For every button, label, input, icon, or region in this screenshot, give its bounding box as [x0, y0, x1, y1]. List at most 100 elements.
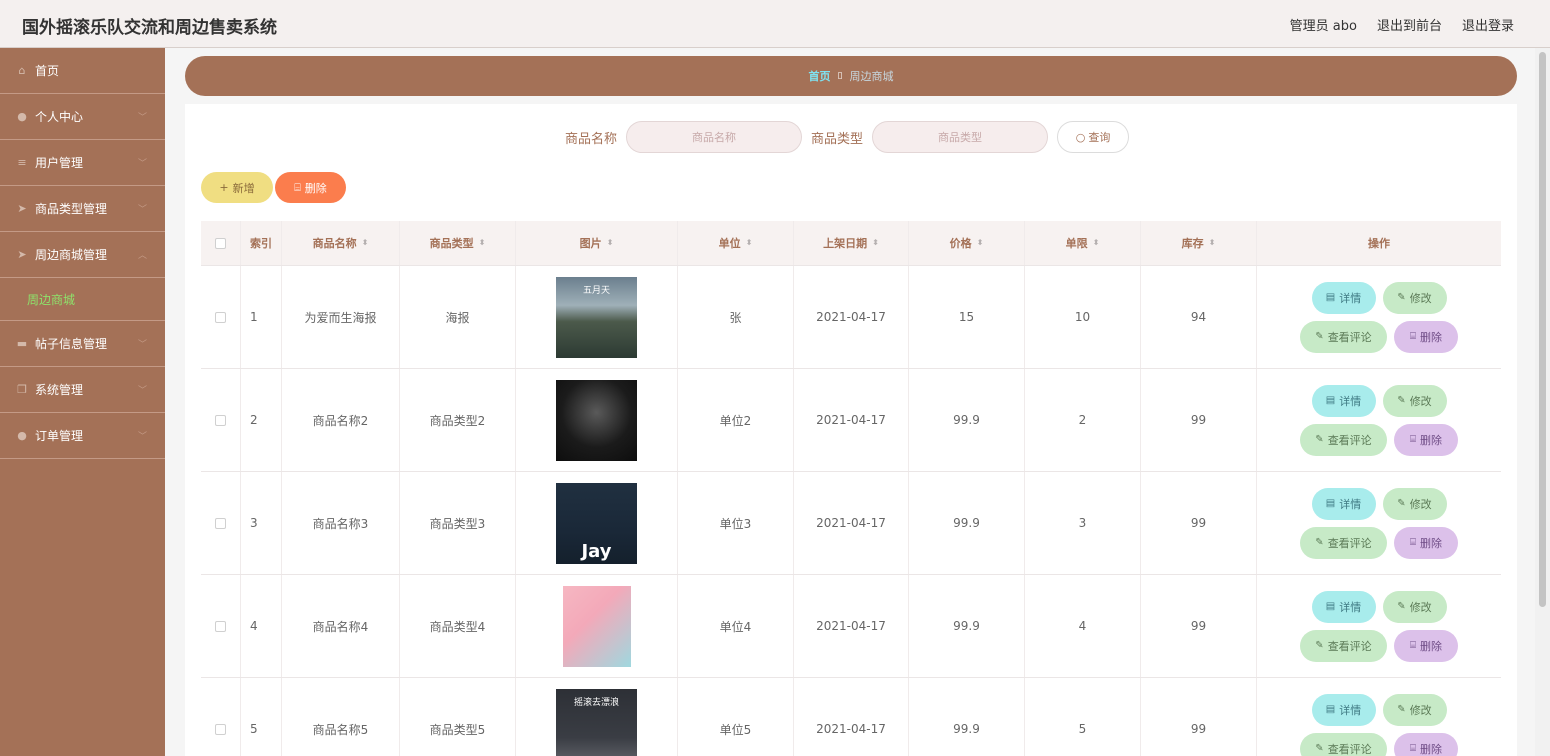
sidebar-item-3[interactable]: ➤ 商品类型管理 ﹀ [0, 186, 165, 232]
cell-type: 商品类型3 [400, 472, 516, 574]
delete-button[interactable]: ⌸ 删除 [1394, 320, 1458, 353]
sort-icon[interactable]: ⬍ [746, 239, 753, 247]
sidebar-item-2[interactable]: ≡ 用户管理 ﹀ [0, 140, 165, 186]
cell-operations: ▤ 详情 ✎ 修改 ✎ 查看评论 ⌸ 删除 [1257, 266, 1501, 368]
cell-type-value: 商品类型2 [429, 413, 486, 428]
detail-button-label: 详情 [1339, 497, 1362, 511]
product-thumbnail[interactable]: 五月天 [556, 276, 637, 358]
type-search-input[interactable]: 商品类型 [872, 121, 1049, 153]
sidebar-item-label: 商品类型管理 [35, 202, 108, 216]
sort-icon[interactable]: ⬍ [872, 239, 879, 247]
exit-to-front-link[interactable]: 退出到前台 [1377, 15, 1442, 34]
cell-limit: 2 [1025, 369, 1141, 471]
row-checkbox[interactable] [215, 620, 226, 632]
query-button[interactable]: ○ 查询 [1057, 121, 1130, 153]
page-scrollbar[interactable] [1535, 48, 1550, 756]
column-header[interactable]: 图片 ⬍ [516, 221, 678, 265]
cell-stock-value: 94 [1190, 310, 1207, 324]
view-comments-button[interactable]: ✎ 查看评论 [1300, 732, 1387, 756]
chevron-down-icon: ﹀ [137, 159, 147, 169]
row-actions-line: ✎ 查看评论 ⌸ 删除 [1300, 526, 1458, 559]
view-comments-button[interactable]: ✎ 查看评论 [1300, 629, 1387, 662]
name-search-input[interactable]: 商品名称 [626, 121, 803, 153]
sidebar-item-0[interactable]: ⌂ 首页 [0, 48, 165, 94]
view-comments-button[interactable]: ✎ 查看评论 [1300, 320, 1387, 353]
edit-button-label: 修改 [1409, 291, 1432, 305]
row-checkbox[interactable] [215, 414, 226, 426]
cell-type-value: 海报 [445, 310, 470, 325]
name-label: 商品名称 [565, 131, 618, 147]
column-header-label: 索引 [250, 237, 272, 250]
column-header: 操作 [1257, 221, 1501, 265]
row-checkbox[interactable] [215, 723, 226, 735]
delete-button[interactable]: ⌸ 删除 [1394, 732, 1458, 756]
row-select-cell [201, 369, 241, 471]
column-header[interactable]: 商品名称 ⬍ [282, 221, 400, 265]
detail-button[interactable]: ▤ 详情 [1311, 384, 1376, 417]
cell-price: 99.9 [909, 369, 1025, 471]
cell-price: 99.9 [909, 472, 1025, 574]
content-panel: 商品名称 商品名称 商品类型 商品类型 ○ 查询 + 新增 ⌸ 删除 索引 商品名… [185, 104, 1517, 756]
select-all-checkbox[interactable] [215, 237, 226, 249]
row-checkbox[interactable] [215, 311, 226, 323]
edit-button[interactable]: ✎ 修改 [1382, 384, 1447, 417]
row-actions-line: ▤ 详情 ✎ 修改 [1311, 693, 1447, 726]
sort-icon[interactable]: ⬍ [1209, 239, 1216, 247]
detail-button[interactable]: ▤ 详情 [1311, 590, 1376, 623]
send-icon: ➤ [17, 248, 27, 261]
edit-button[interactable]: ✎ 修改 [1382, 590, 1447, 623]
logout-link[interactable]: 退出登录 [1462, 15, 1514, 34]
sidebar-subitem-shop[interactable]: 周边商城 [0, 278, 165, 321]
cell-index: 1 [241, 266, 282, 368]
column-header[interactable]: 库存 ⬍ [1141, 221, 1257, 265]
detail-button[interactable]: ▤ 详情 [1311, 693, 1376, 726]
cell-date: 2021-04-17 [794, 369, 909, 471]
goods-table: 索引 商品名称 ⬍ 商品类型 ⬍ 图片 ⬍ 单位 ⬍ 上架日期 ⬍ 价格 ⬍ 单限 ⬍ 库存 ⬍ 操作 1 为爱而生… [201, 221, 1501, 756]
sidebar-item-1[interactable]: ● 个人中心 ﹀ [0, 94, 165, 140]
detail-button[interactable]: ▤ 详情 [1311, 487, 1376, 520]
cell-unit: 单位2 [678, 369, 794, 471]
sort-icon[interactable]: ⬍ [607, 239, 614, 247]
column-header[interactable]: 商品类型 ⬍ [400, 221, 516, 265]
pencil-icon: ✎ [1315, 434, 1324, 445]
detail-button-label: 详情 [1339, 600, 1362, 614]
add-button[interactable]: + 新增 [201, 172, 273, 203]
detail-button[interactable]: ▤ 详情 [1311, 281, 1376, 314]
breadcrumb-home[interactable]: 首页 [809, 68, 831, 84]
product-thumbnail[interactable]: 摇滚去漂浪 [556, 688, 637, 756]
product-thumbnail[interactable] [556, 379, 637, 461]
sidebar-item-4[interactable]: ➤ 周边商城管理 ︿ [0, 232, 165, 278]
view-comments-button[interactable]: ✎ 查看评论 [1300, 423, 1387, 456]
scrollbar-thumb[interactable] [1539, 52, 1546, 607]
row-checkbox[interactable] [215, 517, 226, 529]
edit-button[interactable]: ✎ 修改 [1382, 487, 1447, 520]
table-row: 3 商品名称3 商品类型3 Jay 单位3 2021-04-17 99.9 3 99 ▤ 详情 ✎ 修改… [201, 472, 1501, 575]
edit-button[interactable]: ✎ 修改 [1382, 693, 1447, 726]
column-header[interactable]: 单限 ⬍ [1025, 221, 1141, 265]
sort-icon[interactable]: ⬍ [1093, 239, 1100, 247]
detail-button-label: 详情 [1339, 394, 1362, 408]
sidebar-item-7[interactable]: ❐ 系统管理 ﹀ [0, 367, 165, 413]
cell-date-value: 2021-04-17 [816, 722, 886, 736]
product-thumbnail[interactable] [562, 585, 631, 667]
column-header[interactable]: 上架日期 ⬍ [794, 221, 909, 265]
table-header: 索引 商品名称 ⬍ 商品类型 ⬍ 图片 ⬍ 单位 ⬍ 上架日期 ⬍ 价格 ⬍ 单限 ⬍ 库存 ⬍ 操作 [201, 221, 1501, 266]
cell-index-value: 5 [250, 722, 258, 736]
column-header[interactable]: 价格 ⬍ [909, 221, 1025, 265]
row-select-cell [201, 266, 241, 368]
batch-delete-button[interactable]: ⌸ 删除 [275, 172, 346, 203]
column-header[interactable]: 单位 ⬍ [678, 221, 794, 265]
delete-button[interactable]: ⌸ 删除 [1394, 526, 1458, 559]
row-select-cell [201, 472, 241, 574]
sidebar-item-6[interactable]: ▬ 帖子信息管理 ﹀ [0, 321, 165, 367]
sort-icon[interactable]: ⬍ [362, 239, 369, 247]
delete-button[interactable]: ⌸ 删除 [1394, 423, 1458, 456]
sort-icon[interactable]: ⬍ [977, 239, 984, 247]
pencil-icon: ✎ [1315, 331, 1324, 342]
sidebar-item-8[interactable]: ● 订单管理 ﹀ [0, 413, 165, 459]
edit-button[interactable]: ✎ 修改 [1382, 281, 1447, 314]
product-thumbnail[interactable]: Jay [556, 482, 637, 564]
view-comments-button[interactable]: ✎ 查看评论 [1300, 526, 1387, 559]
delete-button[interactable]: ⌸ 删除 [1394, 629, 1458, 662]
sort-icon[interactable]: ⬍ [479, 239, 486, 247]
